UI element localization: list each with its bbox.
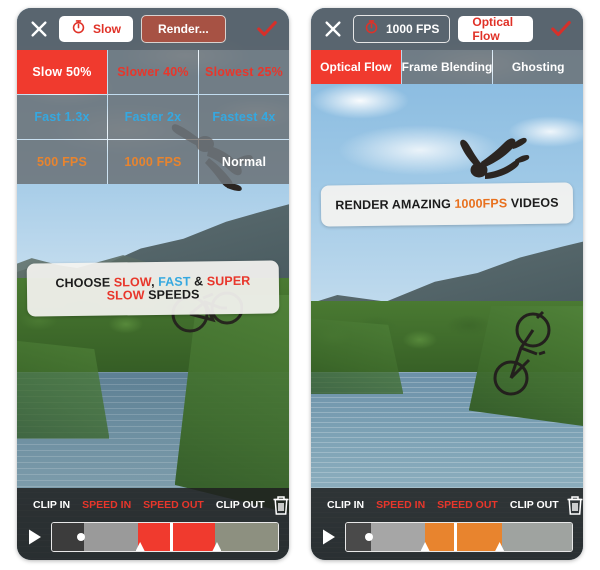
right-clip-controls: CLIP IN SPEED IN SPEED OUT CLIP OUT xyxy=(311,488,583,522)
timeline-segment xyxy=(137,523,170,551)
left-timeline-track[interactable] xyxy=(51,522,279,552)
fps-mode-label: 1000 FPS xyxy=(386,22,440,36)
speed-preset-grid: Slow 50% Slower 40% Slowest 25% Fast 1.3… xyxy=(17,50,289,184)
caption-text-2: SPEEDS xyxy=(144,286,200,302)
right-bottom-toolbar: CLIP IN SPEED IN SPEED OUT CLIP OUT xyxy=(311,488,583,560)
timeline-segment xyxy=(501,523,572,551)
speed-preset-fastest-4x[interactable]: Fastest 4x xyxy=(199,95,289,139)
speed-preset-slower-40[interactable]: Slower 40% xyxy=(108,50,198,94)
right-timeline-track[interactable] xyxy=(345,522,573,552)
caption-text-2: VIDEOS xyxy=(507,195,559,211)
left-bottom-toolbar: CLIP IN SPEED IN SPEED OUT CLIP OUT xyxy=(17,488,289,560)
speed-preset-normal[interactable]: Normal xyxy=(199,140,289,184)
speed-mode-pill[interactable]: Slow xyxy=(59,16,134,42)
right-phone-panel: 1000 FPS Optical Flow Optical Flow Frame… xyxy=(311,8,583,560)
tab-ghosting[interactable]: Ghosting xyxy=(493,50,583,84)
timeline-segment xyxy=(169,523,215,551)
clip-in-button[interactable]: CLIP IN xyxy=(321,499,370,511)
speed-mode-label: Slow xyxy=(93,22,122,36)
checkmark-icon[interactable] xyxy=(549,17,573,41)
right-scrubber-row xyxy=(311,522,583,552)
speed-preset-500-fps[interactable]: 500 FPS xyxy=(17,140,107,184)
timeline-segment xyxy=(83,523,138,551)
right-header-bar: 1000 FPS Optical Flow xyxy=(311,8,583,50)
left-scrubber-row xyxy=(17,522,289,552)
render-button[interactable]: Render... xyxy=(141,15,226,43)
speed-out-button[interactable]: SPEED OUT xyxy=(137,499,210,511)
play-icon[interactable] xyxy=(321,528,337,546)
checkmark-icon[interactable] xyxy=(255,17,279,41)
speed-preset-slowest-25[interactable]: Slowest 25% xyxy=(199,50,289,94)
screenshot-stage: Slow Render... Slow 50% Slower 40% Slowe… xyxy=(0,0,600,570)
clip-in-handle[interactable] xyxy=(364,533,373,541)
stopwatch-icon xyxy=(364,19,379,39)
speed-preset-fast-13x[interactable]: Fast 1.3x xyxy=(17,95,107,139)
playhead[interactable] xyxy=(454,523,458,551)
playhead[interactable] xyxy=(169,523,173,551)
left-phone-panel: Slow Render... Slow 50% Slower 40% Slowe… xyxy=(17,8,289,560)
right-caption-banner: RENDER AMAZING 1000FPS VIDEOS xyxy=(320,182,574,227)
trash-icon[interactable] xyxy=(565,494,583,516)
left-preview-body: CHOOSE SLOW, FAST & SUPER SLOW SPEEDS xyxy=(17,184,289,488)
tab-frame-blending[interactable]: Frame Blending xyxy=(401,50,493,84)
tab-optical-flow[interactable]: Optical Flow xyxy=(311,50,401,84)
left-caption-banner: CHOOSE SLOW, FAST & SUPER SLOW SPEEDS xyxy=(26,260,280,317)
speed-in-button[interactable]: SPEED IN xyxy=(76,499,137,511)
trash-icon[interactable] xyxy=(271,494,289,516)
stopwatch-icon xyxy=(71,19,86,39)
speed-preset-faster-2x[interactable]: Faster 2x xyxy=(108,95,198,139)
speed-preset-1000-fps[interactable]: 1000 FPS xyxy=(108,140,198,184)
interpolation-method-button[interactable]: Optical Flow xyxy=(458,15,533,43)
left-clip-controls: CLIP IN SPEED IN SPEED OUT CLIP OUT xyxy=(17,488,289,522)
close-icon[interactable] xyxy=(321,17,345,41)
caption-text-1: CHOOSE xyxy=(55,275,114,291)
caption-fps: 1000FPS xyxy=(454,196,508,211)
right-preview-body: RENDER AMAZING 1000FPS VIDEOS xyxy=(311,84,583,488)
clip-in-button[interactable]: CLIP IN xyxy=(27,499,76,511)
speed-in-button[interactable]: SPEED IN xyxy=(370,499,431,511)
clip-out-button[interactable]: CLIP OUT xyxy=(210,499,271,511)
clip-out-button[interactable]: CLIP OUT xyxy=(504,499,565,511)
clip-in-handle[interactable] xyxy=(77,533,86,541)
play-icon[interactable] xyxy=(27,528,43,546)
speed-out-button[interactable]: SPEED OUT xyxy=(431,499,504,511)
fps-mode-pill[interactable]: 1000 FPS xyxy=(353,15,451,43)
left-header-bar: Slow Render... xyxy=(17,8,289,50)
timeline-segment xyxy=(454,523,502,551)
timeline-segment xyxy=(214,523,278,551)
interpolation-tab-bar: Optical Flow Frame Blending Ghosting xyxy=(311,50,583,84)
close-icon[interactable] xyxy=(27,17,51,41)
timeline-segment xyxy=(425,523,455,551)
caption-text-1: RENDER AMAZING xyxy=(335,196,455,213)
speed-preset-slow-50[interactable]: Slow 50% xyxy=(17,50,107,94)
timeline-segment xyxy=(370,523,426,551)
